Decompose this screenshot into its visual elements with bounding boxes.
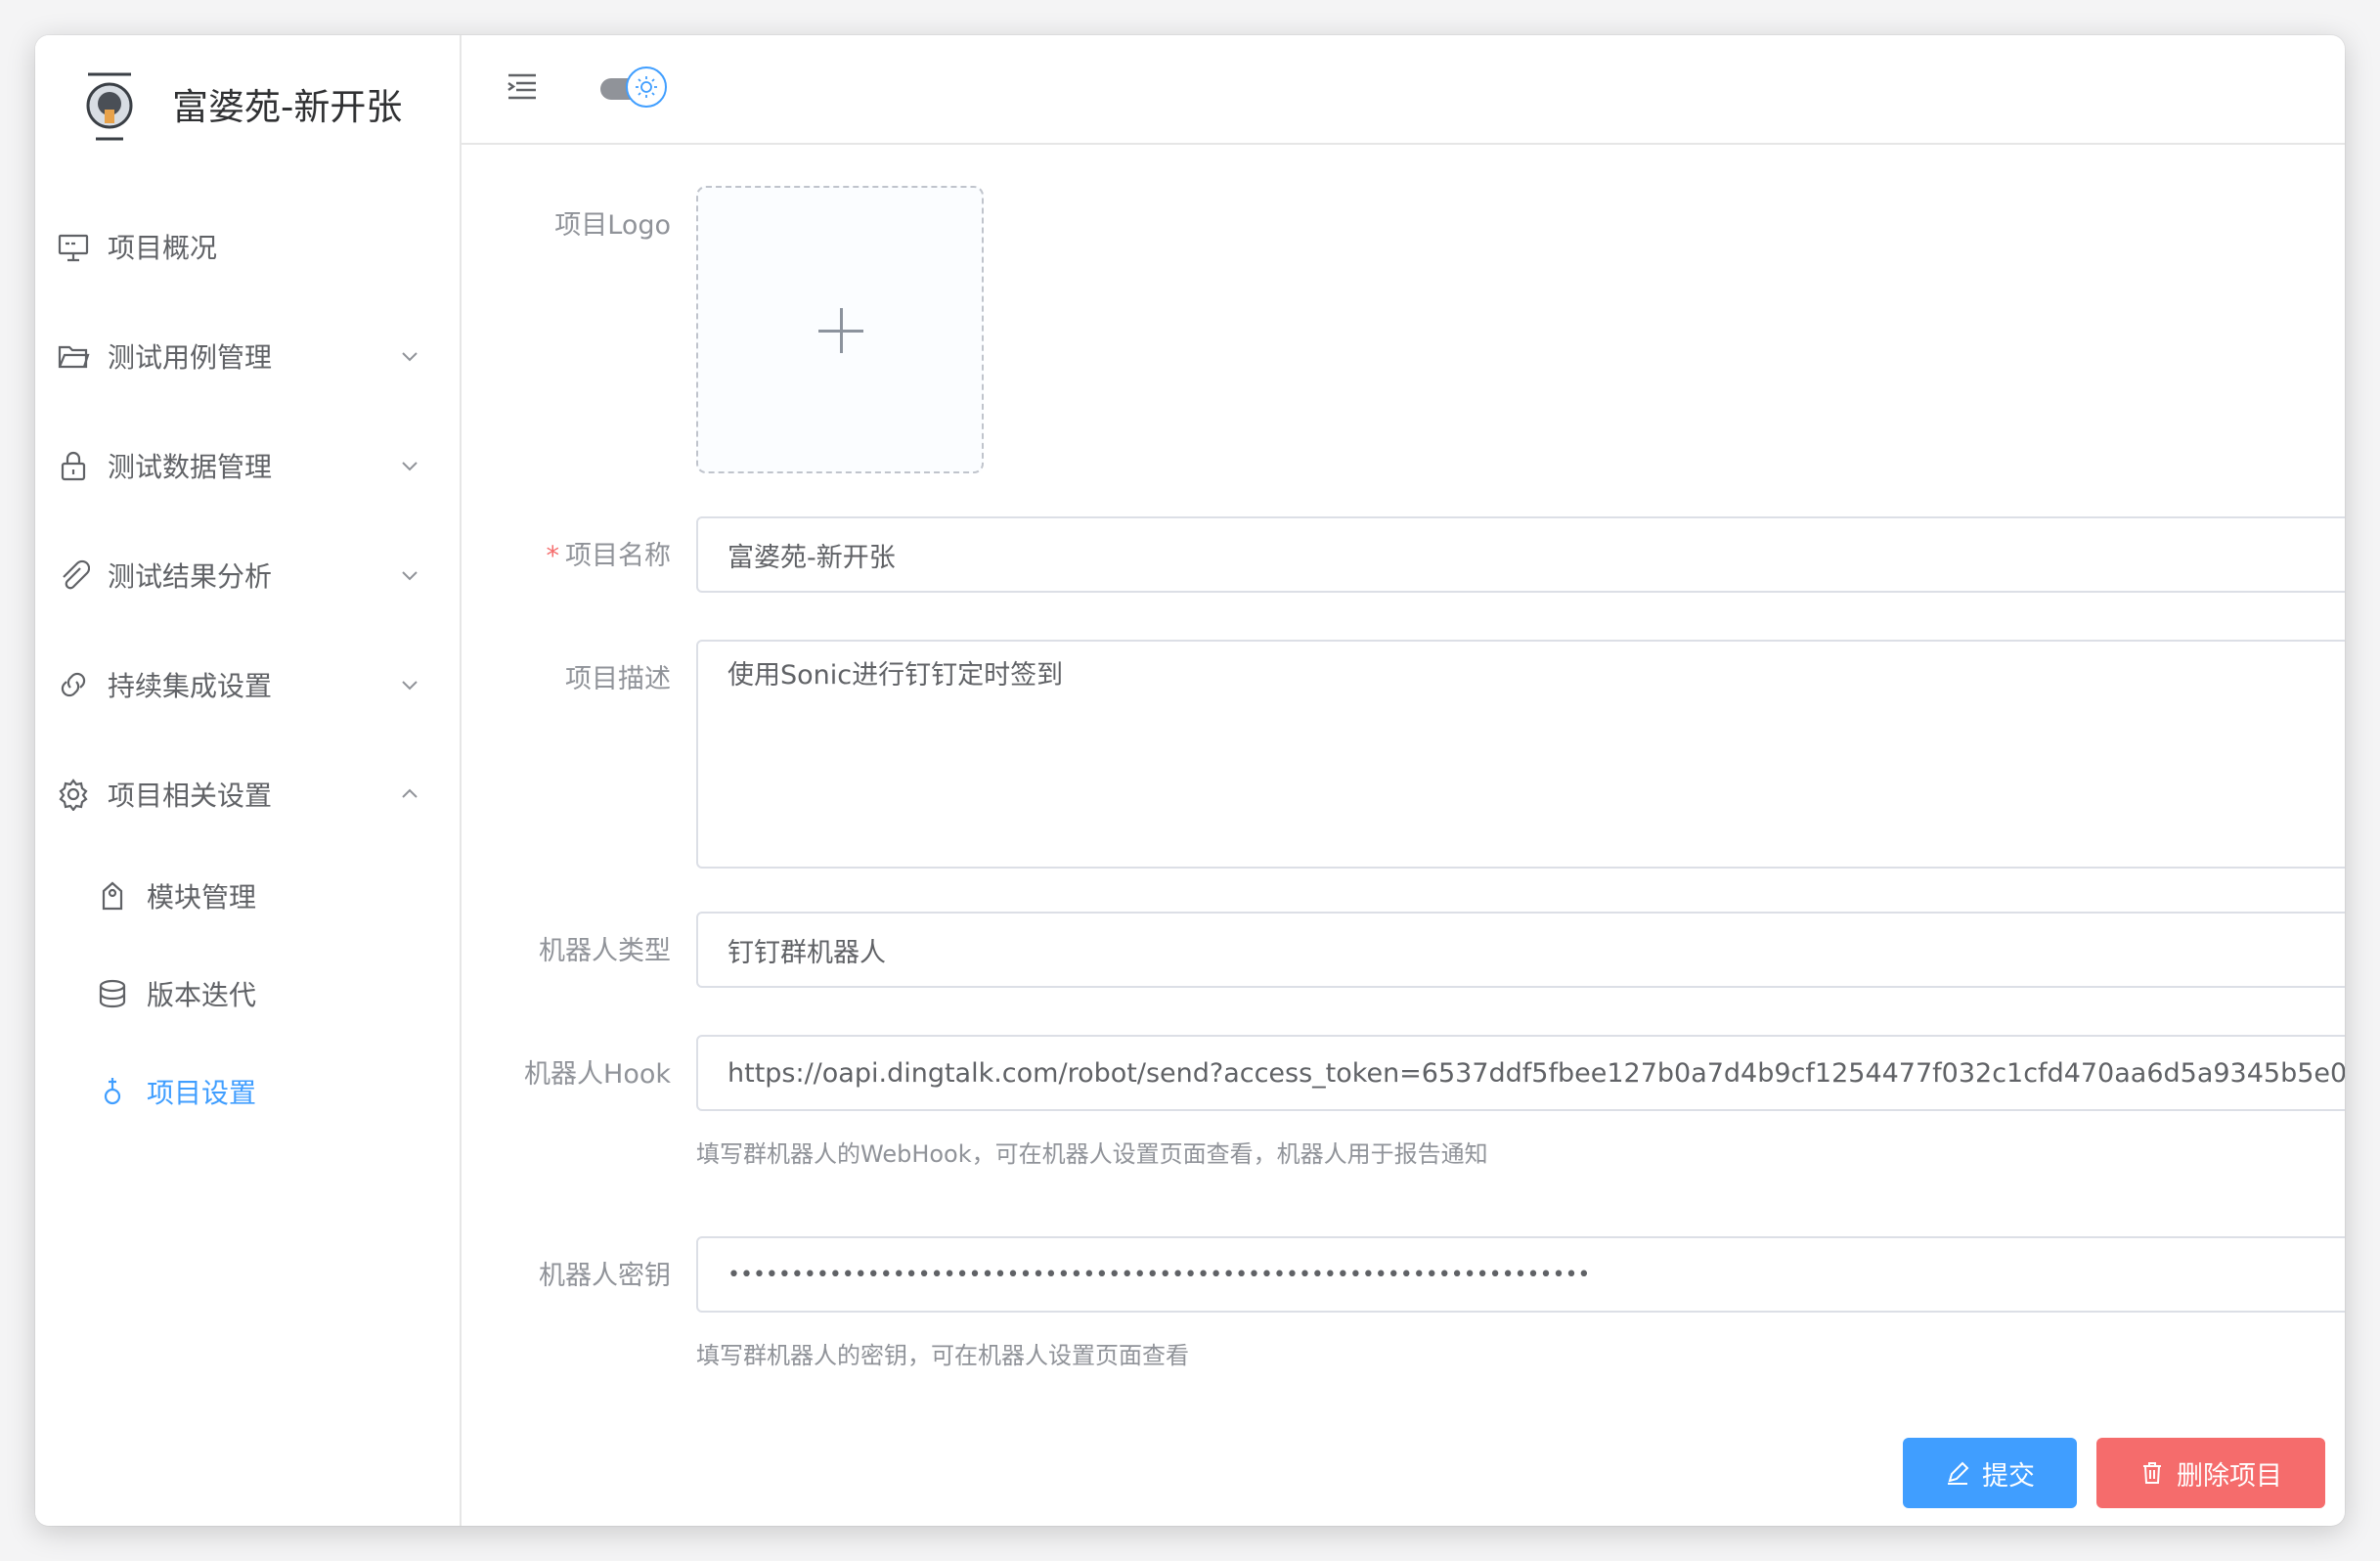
sidebar: 富婆苑-新开张 项目概况 测试用例管理 测试数据管理 测试结果分析 持续集成设置…: [35, 35, 462, 1526]
sidebar-item-label: 版本迭代: [147, 979, 257, 1011]
robot-secret-label: 机器人密钥: [539, 1261, 671, 1291]
logo-uploader[interactable]: [696, 186, 984, 473]
robot-type-select[interactable]: 钉钉群机器人: [696, 912, 2345, 988]
plus-icon: [840, 308, 843, 353]
desc-label: 项目描述: [565, 664, 671, 694]
robot-hook-label: 机器人Hook: [524, 1059, 671, 1090]
theme-toggle[interactable]: [600, 67, 671, 112]
tag-icon: [102, 881, 123, 911]
gear-icon: [59, 779, 88, 811]
chevron-up-icon: [402, 788, 418, 798]
sidebar-item-label: 测试用例管理: [108, 341, 273, 374]
robot-hook-input[interactable]: https://oapi.dingtalk.com/robot/send?acc…: [696, 1035, 2345, 1111]
sidebar-item-testdata[interactable]: 测试数据管理: [35, 426, 460, 505]
trash-icon: [2143, 1462, 2161, 1484]
fold-menu-icon[interactable]: [505, 68, 540, 104]
app-window: 富婆苑-新开张 项目概况 测试用例管理 测试数据管理 测试结果分析 持续集成设置…: [35, 35, 2345, 1526]
project-desc-textarea[interactable]: 使用Sonic进行钉钉定时签到: [696, 640, 2345, 869]
chevron-down-icon: [402, 352, 418, 362]
name-label: * 项目名称: [546, 541, 672, 571]
delete-project-button[interactable]: 删除项目: [2096, 1438, 2325, 1508]
project-name-input[interactable]: 富婆苑-新开张: [696, 516, 2345, 593]
edit-icon: [1948, 1461, 1969, 1485]
theme-toggle-knob: [626, 67, 667, 108]
robot-type-label: 机器人类型: [539, 936, 671, 966]
required-asterisk: *: [546, 541, 560, 571]
robot-secret-hint: 填写群机器人的密钥，可在机器人设置页面查看: [696, 1342, 1189, 1369]
chevron-down-icon: [402, 462, 418, 471]
sun-icon: [636, 76, 657, 98]
submit-button[interactable]: 提交: [1903, 1438, 2077, 1508]
top-header: [462, 35, 2345, 145]
brand[interactable]: 富婆苑-新开张: [74, 55, 402, 153]
sidebar-item-project-settings[interactable]: 项目相关设置: [35, 755, 460, 833]
sidebar-subitem-modules[interactable]: 模块管理: [35, 857, 460, 935]
logo-label: 项目Logo: [554, 210, 671, 241]
folder-open-icon: [58, 345, 90, 369]
coin-stack-icon: [99, 979, 126, 1008]
lock-icon: [61, 451, 86, 481]
project-logo-icon: [86, 72, 133, 141]
robot-hook-hint: 填写群机器人的WebHook，可在机器人设置页面查看，机器人用于报告通知: [696, 1140, 1488, 1168]
sidebar-item-label: 项目相关设置: [108, 780, 273, 812]
sidebar-item-label: 模块管理: [147, 881, 257, 914]
sidebar-item-testcases[interactable]: 测试用例管理: [35, 317, 460, 395]
sidebar-item-label: 测试数据管理: [108, 451, 273, 483]
robot-secret-input[interactable]: ••••••••••••••••••••••••••••••••••••••••…: [696, 1236, 2345, 1313]
project-title: 富婆苑-新开张: [172, 86, 403, 128]
